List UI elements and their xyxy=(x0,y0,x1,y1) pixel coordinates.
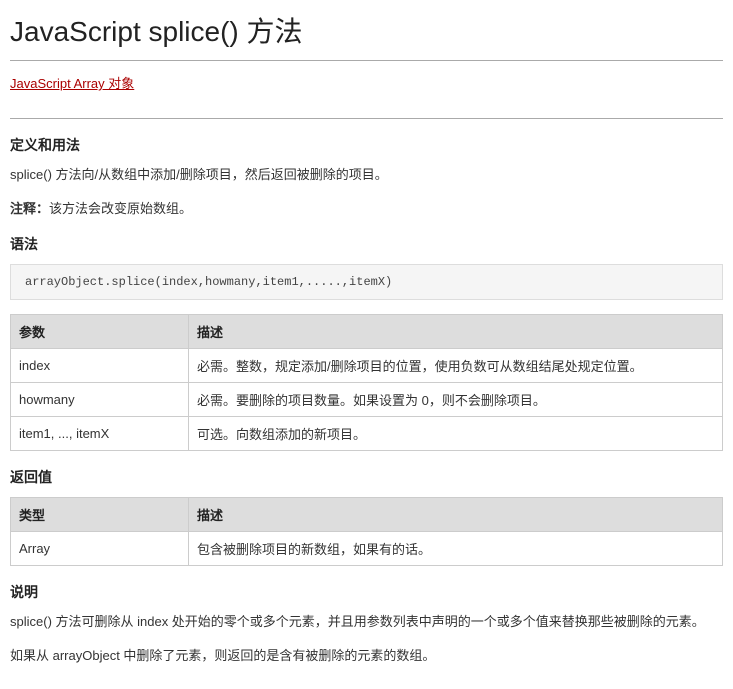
page-title: JavaScript splice() 方法 xyxy=(10,10,723,50)
param-name: index xyxy=(11,349,189,383)
table-row: item1, ..., itemX 可选。向数组添加的新项目。 xyxy=(11,417,723,451)
return-type: Array xyxy=(11,532,189,566)
table-row: index 必需。整数，规定添加/删除项目的位置，使用负数可从数组结尾处规定位置… xyxy=(11,349,723,383)
section-heading-syntax: 语法 xyxy=(10,234,723,254)
table-row: Array 包含被删除项目的新数组，如果有的话。 xyxy=(11,532,723,566)
section-heading-definition: 定义和用法 xyxy=(10,135,723,155)
param-desc: 必需。要删除的项目数量。如果设置为 0，则不会删除项目。 xyxy=(189,383,723,417)
note-label: 注释： xyxy=(10,201,49,216)
nav-link-array[interactable]: JavaScript Array 对象 xyxy=(10,73,134,92)
return-header-type: 类型 xyxy=(11,498,189,532)
section-heading-return: 返回值 xyxy=(10,467,723,487)
params-table: 参数 描述 index 必需。整数，规定添加/删除项目的位置，使用负数可从数组结… xyxy=(10,314,723,451)
return-desc: 包含被删除项目的新数组，如果有的话。 xyxy=(189,532,723,566)
params-header-desc: 描述 xyxy=(189,315,723,349)
param-desc: 可选。向数组添加的新项目。 xyxy=(189,417,723,451)
section-heading-explain: 说明 xyxy=(10,582,723,602)
param-name: howmany xyxy=(11,383,189,417)
explain-p1: splice() 方法可删除从 index 处开始的零个或多个元素，并且用参数列… xyxy=(10,612,723,632)
table-row: howmany 必需。要删除的项目数量。如果设置为 0，则不会删除项目。 xyxy=(11,383,723,417)
divider xyxy=(10,60,723,61)
explain-p2: 如果从 arrayObject 中删除了元素，则返回的是含有被删除的元素的数组。 xyxy=(10,646,723,666)
note-text: 该方法会改变原始数组。 xyxy=(49,201,192,216)
return-header-desc: 描述 xyxy=(189,498,723,532)
param-name: item1, ..., itemX xyxy=(11,417,189,451)
return-table: 类型 描述 Array 包含被删除项目的新数组，如果有的话。 xyxy=(10,497,723,566)
syntax-code: arrayObject.splice(index,howmany,item1,.… xyxy=(10,264,723,300)
definition-desc: splice() 方法向/从数组中添加/删除项目，然后返回被删除的项目。 xyxy=(10,165,723,185)
param-desc: 必需。整数，规定添加/删除项目的位置，使用负数可从数组结尾处规定位置。 xyxy=(189,349,723,383)
divider xyxy=(10,118,723,119)
definition-note: 注释：该方法会改变原始数组。 xyxy=(10,199,723,219)
params-header-param: 参数 xyxy=(11,315,189,349)
